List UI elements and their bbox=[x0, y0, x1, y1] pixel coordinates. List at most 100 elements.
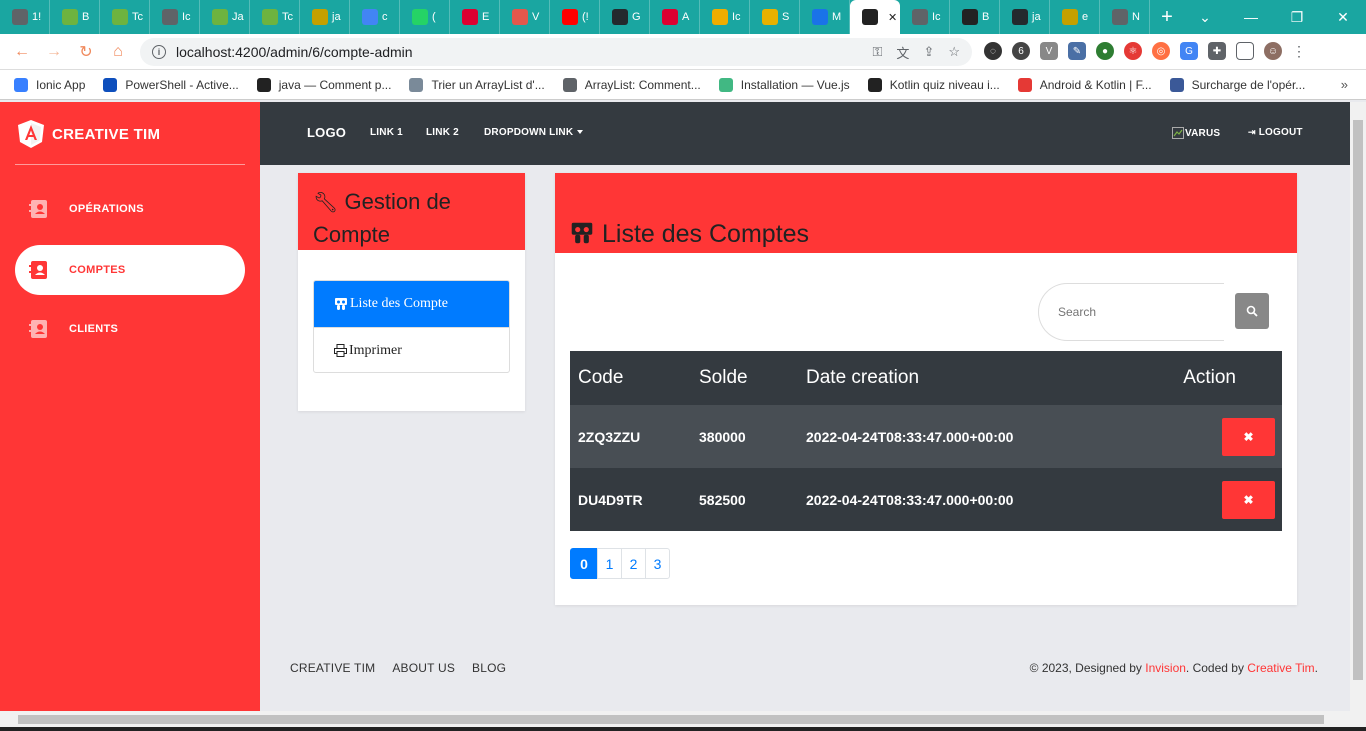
react-icon[interactable]: ⚛ bbox=[1124, 42, 1142, 60]
footer-link-about-us[interactable]: ABOUT US bbox=[392, 661, 455, 675]
designer-link[interactable]: Invision bbox=[1145, 661, 1186, 675]
back-icon[interactable]: ← bbox=[6, 34, 38, 70]
globe-icon bbox=[162, 9, 178, 25]
close-tab-icon[interactable]: ✕ bbox=[888, 11, 897, 24]
close-window-icon[interactable]: ✕ bbox=[1320, 0, 1366, 34]
restore-icon[interactable]: ❐ bbox=[1274, 0, 1320, 34]
menu-kebab-icon[interactable]: ⋮ bbox=[1292, 43, 1306, 60]
browser-tab[interactable]: V bbox=[500, 0, 550, 34]
bookmark-item[interactable]: Trier un ArrayList d'... bbox=[409, 77, 545, 92]
browser-tab[interactable]: Tc bbox=[100, 0, 150, 34]
menu-item-print[interactable]: Imprimer bbox=[314, 327, 509, 372]
extension-icon[interactable]: ◎ bbox=[1152, 42, 1170, 60]
browser-tab[interactable]: Ic bbox=[700, 0, 750, 34]
browser-tab[interactable]: ( bbox=[400, 0, 450, 34]
account-menu: Liste des Compte Imprimer bbox=[313, 280, 510, 373]
translate-icon[interactable]: 文 bbox=[896, 43, 909, 62]
browser-tab[interactable]: ja bbox=[1000, 0, 1050, 34]
bookmark-item[interactable]: PowerShell - Active... bbox=[103, 77, 239, 92]
browser-tab[interactable]: 1! bbox=[0, 0, 50, 34]
sidebar-item-comptes[interactable]: COMPTES bbox=[15, 245, 245, 295]
puzzle-icon[interactable]: ✚ bbox=[1208, 42, 1226, 60]
footer-link-blog[interactable]: BLOG bbox=[472, 661, 506, 675]
page-0-button[interactable]: 0 bbox=[570, 548, 598, 579]
bookmark-star-icon[interactable]: ☆ bbox=[948, 44, 960, 60]
browser-tab[interactable]: c bbox=[350, 0, 400, 34]
browser-tab[interactable]: e bbox=[1050, 0, 1100, 34]
browser-tab[interactable]: B bbox=[50, 0, 100, 34]
tab-title: ja bbox=[332, 11, 341, 23]
bookmark-item[interactable]: Installation — Vue.js bbox=[718, 77, 850, 92]
navbar-link-2[interactable]: LINK 2 bbox=[426, 127, 459, 138]
new-tab-button[interactable]: + bbox=[1150, 0, 1184, 34]
page-2-button[interactable]: 2 bbox=[621, 548, 646, 579]
url-field[interactable]: i localhost:4200/admin/6/compte-admin ⚿ … bbox=[140, 38, 972, 66]
page-3-button[interactable]: 3 bbox=[645, 548, 670, 579]
bookmark-item[interactable]: Ionic App bbox=[14, 77, 85, 92]
vertical-scrollbar[interactable] bbox=[1350, 102, 1366, 711]
sidebar-item-clients[interactable]: CLIENTS bbox=[15, 304, 245, 354]
brand[interactable]: CREATIVE TIM bbox=[18, 120, 160, 148]
browser-tab[interactable]: Ic bbox=[150, 0, 200, 34]
extensions-bar: ◌ 6 V ✎ ● ⚛ ◎ G ✚ ☺ ⋮ bbox=[984, 42, 1306, 60]
column-header-code: Code bbox=[578, 367, 624, 388]
browser-tab[interactable]: M bbox=[800, 0, 850, 34]
site-info-icon[interactable]: i bbox=[152, 45, 166, 59]
bookmark-item[interactable]: java — Comment p... bbox=[256, 77, 391, 92]
browser-tab[interactable]: Ja bbox=[200, 0, 250, 34]
search-input[interactable] bbox=[1058, 305, 1208, 319]
extension-icon[interactable]: ● bbox=[1096, 42, 1114, 60]
bookmark-item[interactable]: Kotlin quiz niveau i... bbox=[867, 77, 1000, 92]
tab-title: ( bbox=[432, 11, 436, 23]
extension-icon[interactable]: V bbox=[1040, 42, 1058, 60]
horizontal-scroll-thumb[interactable] bbox=[18, 715, 1324, 724]
extension-icon[interactable]: ◌ bbox=[984, 42, 1002, 60]
navbar-dropdown[interactable]: DROPDOWN LINK bbox=[484, 127, 584, 138]
browser-tab[interactable]: Ic bbox=[900, 0, 950, 34]
browser-tab[interactable]: Tc bbox=[250, 0, 300, 34]
browser-tab[interactable]: E bbox=[450, 0, 500, 34]
share-icon[interactable]: ⇪ bbox=[923, 44, 934, 60]
footer-link-creative-tim[interactable]: CREATIVE TIM bbox=[290, 661, 375, 675]
navbar-link-1[interactable]: LINK 1 bbox=[370, 127, 403, 138]
search-button[interactable] bbox=[1235, 293, 1269, 329]
navbar-logo-link[interactable]: LOGO bbox=[307, 125, 346, 140]
vertical-scroll-thumb[interactable] bbox=[1353, 120, 1363, 680]
more-bookmarks-icon[interactable]: » bbox=[1341, 77, 1348, 92]
profile-avatar[interactable]: ☺ bbox=[1264, 42, 1282, 60]
sidebar-item-operations[interactable]: OPÉRATIONS bbox=[15, 184, 245, 234]
key-icon[interactable]: ⚿ bbox=[873, 44, 883, 60]
forward-icon[interactable]: → bbox=[38, 34, 70, 70]
horizontal-scrollbar[interactable] bbox=[0, 711, 1366, 727]
browser-tab[interactable]: ja bbox=[300, 0, 350, 34]
browser-tab[interactable]: (! bbox=[550, 0, 600, 34]
bookmark-item[interactable]: ArrayList: Comment... bbox=[562, 77, 701, 92]
page-1-button[interactable]: 1 bbox=[597, 548, 622, 579]
extension-icon[interactable]: ✎ bbox=[1068, 42, 1086, 60]
browser-tab[interactable]: N bbox=[1100, 0, 1150, 34]
browser-tab[interactable]: B bbox=[950, 0, 1000, 34]
delete-button[interactable]: ✖ bbox=[1222, 480, 1275, 519]
home-icon[interactable]: ⌂ bbox=[102, 34, 134, 70]
side-panel-icon[interactable] bbox=[1236, 42, 1254, 60]
globe-icon bbox=[562, 77, 577, 92]
extension-icon[interactable]: 6 bbox=[1012, 42, 1030, 60]
github-icon bbox=[1012, 9, 1028, 25]
cell-date: 2022-04-24T08:33:47.000+00:00 bbox=[806, 428, 1014, 445]
browser-tab[interactable]: G bbox=[600, 0, 650, 34]
browser-tab[interactable]: ✕ bbox=[850, 0, 900, 34]
browser-tab[interactable]: S bbox=[750, 0, 800, 34]
coder-link[interactable]: Creative Tim bbox=[1247, 661, 1314, 675]
bookmark-item[interactable]: Surcharge de l'opér... bbox=[1169, 77, 1305, 92]
navbar-user[interactable]: VARUS bbox=[1172, 127, 1220, 139]
google-translate-icon[interactable]: G bbox=[1180, 42, 1198, 60]
browser-tab[interactable]: A bbox=[650, 0, 700, 34]
tab-title: N bbox=[1132, 11, 1140, 23]
delete-button[interactable]: ✖ bbox=[1222, 417, 1275, 456]
menu-item-account-list[interactable]: Liste des Compte bbox=[314, 281, 509, 327]
logout-button[interactable]: ⇥ LOGOUT bbox=[1248, 127, 1303, 138]
reload-icon[interactable]: ↻ bbox=[70, 34, 102, 70]
bookmark-item[interactable]: Android & Kotlin | F... bbox=[1017, 77, 1152, 92]
minimize-icon[interactable]: — bbox=[1228, 0, 1274, 34]
tab-search-icon[interactable]: ⌄ bbox=[1182, 0, 1228, 34]
